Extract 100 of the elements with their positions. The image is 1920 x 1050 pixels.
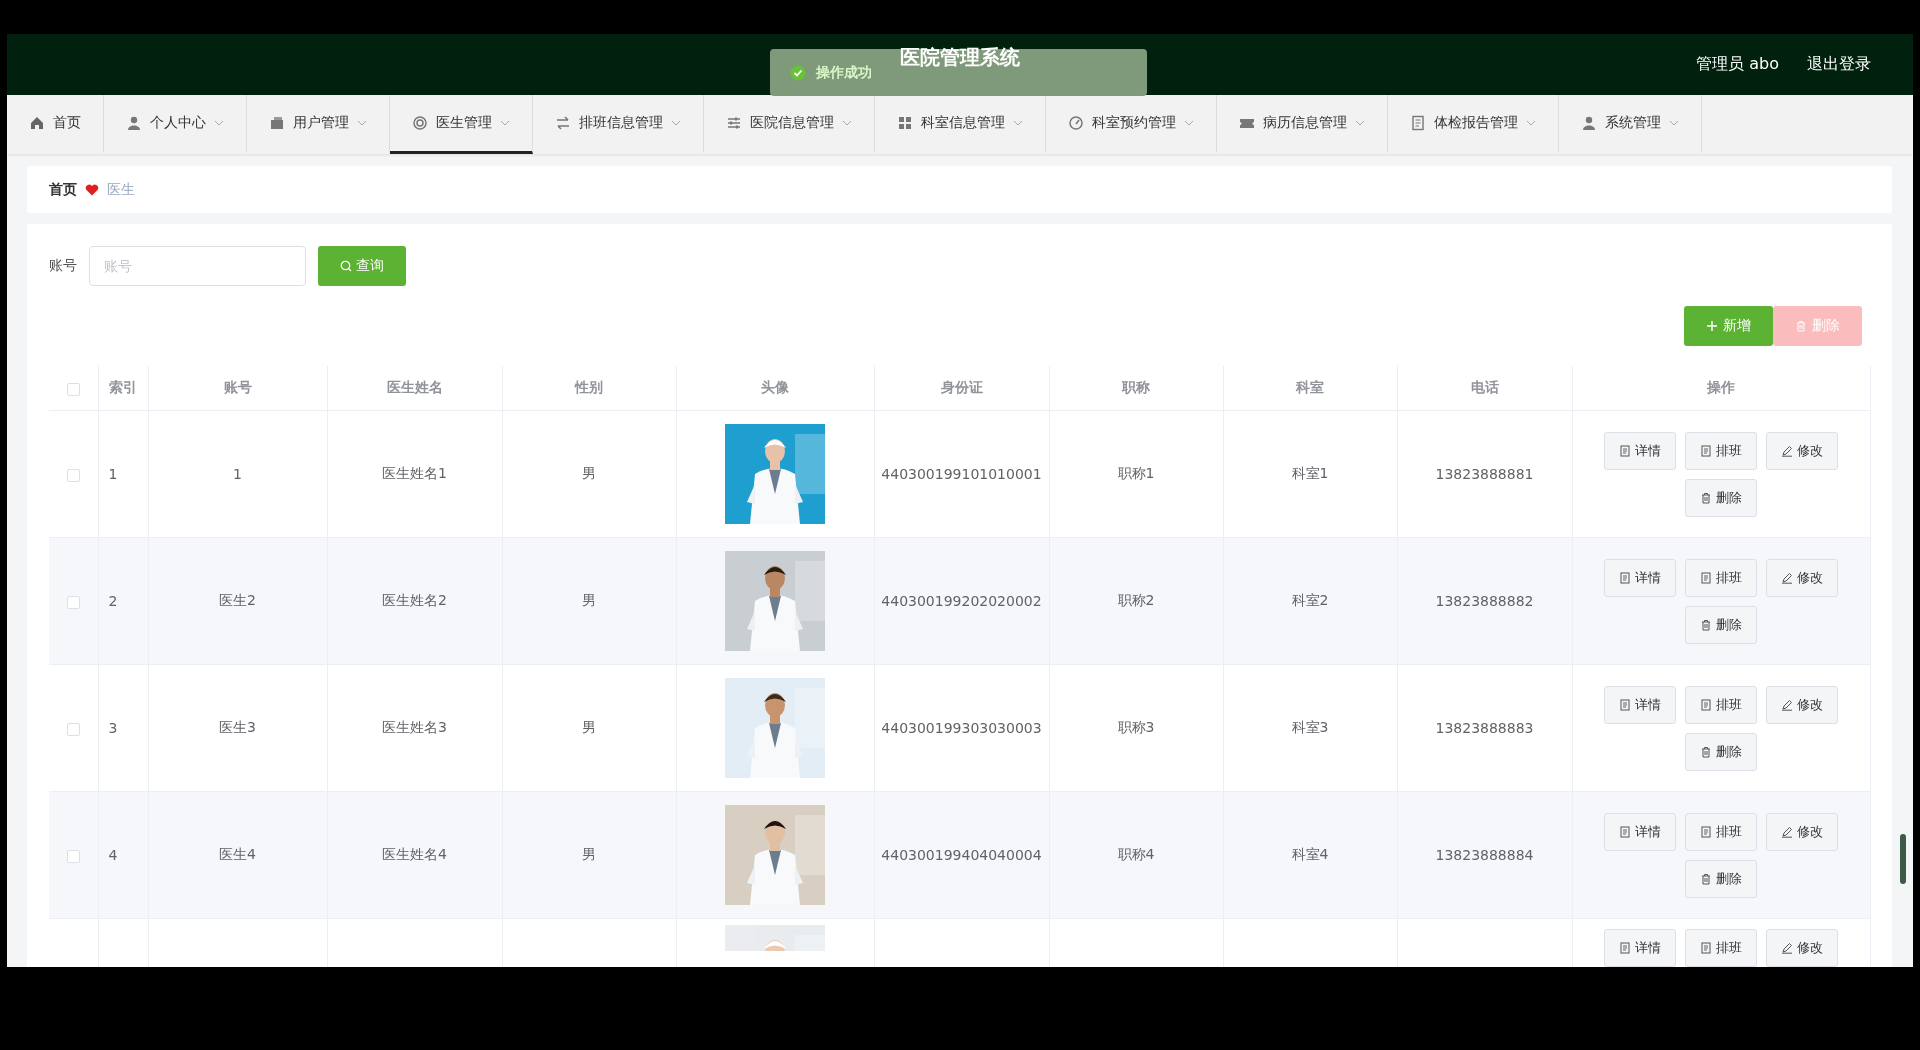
delete-button[interactable]: 删除 — [1685, 605, 1757, 644]
plus-icon — [1706, 320, 1718, 332]
detail-button[interactable]: 详情 — [1604, 929, 1676, 967]
wallet-icon — [269, 115, 285, 131]
table-cell: 男 — [582, 592, 596, 608]
delete-button[interactable]: 删除 — [1685, 859, 1757, 898]
detail-button[interactable]: 详情 — [1604, 431, 1676, 470]
home-icon — [29, 115, 45, 131]
user-name: 管理员 abo — [1696, 54, 1779, 75]
table-cell: 440300199202020002 — [881, 593, 1042, 609]
nav-tab[interactable]: 用户管理 — [247, 95, 390, 154]
detail-button[interactable]: 详情 — [1604, 685, 1676, 724]
breadcrumb-item: 医生 — [107, 180, 135, 199]
schedule-button[interactable]: 排班 — [1685, 431, 1757, 470]
table-cell: 男 — [582, 465, 596, 481]
nav-tab[interactable]: 首页 — [7, 95, 104, 154]
column-header: 身份证 — [940, 379, 983, 395]
schedule-button[interactable]: 排班 — [1685, 929, 1757, 967]
table-cell: 440300199404040004 — [881, 847, 1042, 863]
table-cell: 13823888883 — [1435, 720, 1534, 736]
detail-button[interactable]: 详情 — [1604, 558, 1676, 597]
nav-tab[interactable]: 医院信息管理 — [704, 95, 875, 154]
nav-tab[interactable]: 病历信息管理 — [1217, 95, 1388, 154]
table-cell: 科室1 — [1291, 465, 1329, 481]
nav-tab[interactable]: 个人中心 — [104, 95, 247, 154]
chevron-down-icon — [357, 118, 367, 128]
chevron-down-icon — [842, 118, 852, 128]
pencil-icon — [1781, 942, 1793, 954]
app-title: 医院管理系统 — [900, 44, 1020, 71]
nav-tab[interactable]: 系统管理 — [1559, 95, 1702, 154]
schedule-button[interactable]: 排班 — [1685, 812, 1757, 851]
column-header: 操作 — [1707, 379, 1735, 395]
document-icon — [1619, 698, 1631, 711]
table-cell: 医生姓名2 — [382, 592, 447, 608]
delete-button[interactable]: 删除 — [1685, 732, 1757, 771]
row-checkbox[interactable] — [66, 468, 80, 482]
table-cell: 13823888881 — [1435, 466, 1534, 482]
chevron-down-icon — [214, 118, 224, 128]
select-all-checkbox[interactable] — [66, 382, 80, 396]
trash-icon — [1700, 872, 1712, 885]
trash-icon — [1700, 618, 1712, 631]
table-cell: 1 — [108, 466, 118, 482]
person-icon — [1581, 115, 1597, 131]
column-header: 头像 — [761, 379, 789, 395]
check-circle-icon — [790, 64, 806, 81]
swap-arrows-icon — [555, 115, 571, 131]
trash-icon — [1795, 320, 1807, 332]
delete-button[interactable]: 删除 — [1685, 478, 1757, 517]
column-header: 科室 — [1296, 379, 1324, 395]
edit-button[interactable]: 修改 — [1766, 431, 1838, 470]
edit-button[interactable]: 修改 — [1766, 685, 1838, 724]
nav-tab[interactable]: 排班信息管理 — [533, 95, 704, 154]
chevron-down-icon — [1184, 118, 1194, 128]
row-checkbox[interactable] — [66, 849, 80, 863]
chevron-down-icon — [500, 118, 510, 128]
column-header: 性别 — [575, 379, 603, 395]
table-cell: 职称4 — [1117, 846, 1155, 862]
document-icon — [1700, 444, 1712, 457]
edit-button[interactable]: 修改 — [1766, 812, 1838, 851]
detail-button[interactable]: 详情 — [1604, 812, 1676, 851]
document-icon — [1700, 698, 1712, 711]
nav-tab[interactable]: 科室预约管理 — [1046, 95, 1217, 154]
row-checkbox[interactable] — [66, 722, 80, 736]
chevron-down-icon — [671, 118, 681, 128]
trash-icon — [1700, 491, 1712, 504]
table-cell: 13823888882 — [1435, 593, 1534, 609]
schedule-button[interactable]: 排班 — [1685, 685, 1757, 724]
document-icon — [1619, 825, 1631, 838]
logout-link[interactable]: 退出登录 — [1807, 54, 1871, 75]
document-icon — [1700, 942, 1712, 954]
schedule-button[interactable]: 排班 — [1685, 558, 1757, 597]
nav-tab[interactable]: 医生管理 — [390, 95, 533, 154]
ring-icon — [412, 115, 428, 131]
column-header: 索引 — [108, 379, 137, 395]
table-cell: 职称1 — [1117, 465, 1155, 481]
sliders-icon — [726, 115, 742, 131]
chevron-down-icon — [1355, 118, 1365, 128]
field-label: 账号 — [49, 257, 77, 275]
scrollbar-thumb[interactable] — [1899, 834, 1906, 884]
column-header: 电话 — [1470, 379, 1499, 395]
edit-button[interactable]: 修改 — [1766, 558, 1838, 597]
column-header: 医生姓名 — [386, 379, 443, 395]
edit-button[interactable]: 修改 — [1766, 929, 1838, 967]
nav-tab[interactable]: 体检报告管理 — [1388, 95, 1559, 154]
nav-tab[interactable]: 科室信息管理 — [875, 95, 1046, 154]
document-icon — [1410, 115, 1426, 131]
document-icon — [1619, 942, 1631, 954]
table-cell: 1 — [233, 466, 242, 482]
row-checkbox[interactable] — [66, 595, 80, 609]
document-icon — [1619, 571, 1631, 584]
column-header: 职称 — [1122, 379, 1150, 395]
document-icon — [1700, 825, 1712, 838]
trash-icon — [1700, 745, 1712, 758]
breadcrumb-item[interactable]: 首页 — [49, 180, 77, 199]
pencil-icon — [1781, 444, 1793, 457]
table-cell: 医生2 — [219, 592, 256, 608]
pencil-icon — [1781, 825, 1793, 838]
account-field[interactable]: 账号 — [89, 246, 306, 286]
document-icon — [1619, 444, 1631, 457]
chevron-down-icon — [1526, 118, 1536, 128]
